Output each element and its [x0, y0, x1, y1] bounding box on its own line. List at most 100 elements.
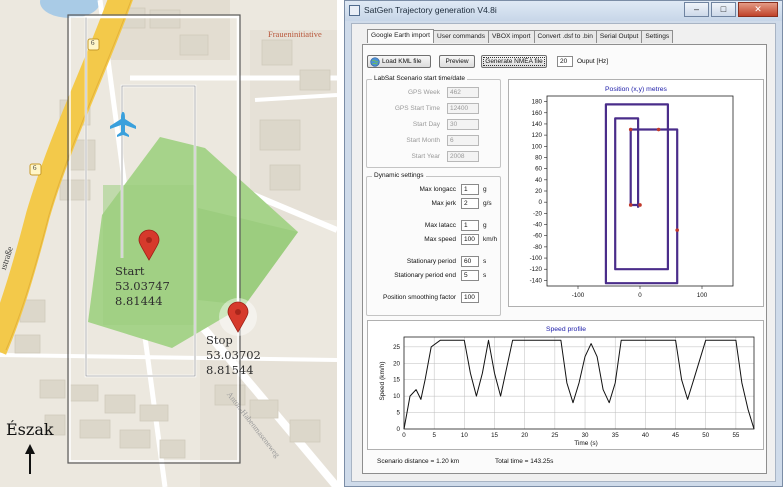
max-jerk-field[interactable]: 2 [461, 198, 479, 209]
dynamic-group: Dynamic settings Max longacc 1 g Max jer… [366, 172, 501, 316]
max-latacc-label: Max latacc [424, 222, 456, 229]
start-month-label: Start Month [406, 137, 440, 144]
title-bar[interactable]: SatGen Trajectory generation V4.8i – □ ✕ [345, 1, 782, 21]
x-tick-label: 0 [638, 292, 642, 299]
max-longacc-label: Max longacc [419, 186, 457, 193]
trajectory-series-line [604, 103, 679, 285]
y-tick-label: -100 [530, 255, 543, 262]
window-title: SatGen Trajectory generation V4.8i [364, 5, 497, 15]
load-kml-button[interactable]: Load KML file [367, 55, 431, 68]
map-panel[interactable]: Fraueninitiative ıstraße Anton-Habenmase… [0, 0, 337, 487]
y-tick-label: -140 [530, 277, 543, 284]
stop-lat: 53.03702 [206, 348, 261, 362]
position-chart-title: Position (x,y) metres [605, 86, 668, 93]
start-day-field[interactable]: 30 [447, 119, 479, 130]
north-label: Észak [6, 420, 54, 439]
y-tick-label: 140 [532, 121, 543, 128]
trajectory-point [628, 127, 633, 132]
y-tick-label: 10 [393, 393, 400, 400]
x-tick-label: 40 [642, 432, 649, 439]
road-shield-label: 6 [91, 39, 95, 47]
y-tick-label: 120 [532, 132, 543, 139]
tab-page-google-earth: Load KML file Preview Generate NMEA file… [362, 44, 767, 474]
close-button[interactable]: ✕ [738, 2, 778, 17]
client-area: Google Earth import User commands VBOX i… [351, 23, 776, 482]
output-hz-field[interactable]: 20 [557, 56, 573, 67]
minimize-button[interactable]: – [684, 2, 709, 17]
y-tick-label: 60 [535, 166, 542, 173]
y-tick-label: 40 [535, 177, 542, 184]
app-icon [349, 5, 360, 16]
max-jerk-label: Max jerk [431, 200, 456, 207]
speed-chart-xlabel: Time (s) [574, 440, 598, 447]
speed-chart-title: Speed profile [546, 326, 586, 333]
stationary-period-unit: s [483, 258, 487, 265]
speed-series-line [403, 339, 755, 430]
y-tick-label: 80 [535, 154, 542, 161]
start-day-label: Start Day [412, 121, 440, 128]
start-label: Start [115, 264, 145, 278]
x-tick-label: 100 [697, 292, 708, 299]
start-coordinates: Start 53.03747 8.81444 [115, 264, 170, 309]
smoothing-factor-label: Position smoothing factor [383, 294, 456, 301]
start-lon: 8.81444 [115, 294, 163, 308]
tab-serial-output[interactable]: Serial Output [595, 30, 643, 43]
maximize-button[interactable]: □ [711, 2, 736, 17]
stop-coordinates: Stop 53.03702 8.81544 [206, 333, 261, 378]
y-tick-label: 20 [535, 188, 542, 195]
gps-week-field[interactable]: 462 [447, 87, 479, 98]
stationary-period-field[interactable]: 60 [461, 256, 479, 267]
stationary-period-end-field[interactable]: 5 [461, 270, 479, 281]
gps-week-label: GPS Week [407, 89, 440, 96]
generate-nmea-button[interactable]: Generate NMEA file [481, 55, 547, 68]
x-tick-label: 55 [732, 432, 739, 439]
start-year-label: Start Year [411, 153, 440, 160]
tab-strip: Google Earth import User commands VBOX i… [367, 29, 674, 43]
max-speed-label: Max speed [424, 236, 456, 243]
scenario-group: LabSat Scenario start time/date GPS Week… [366, 75, 501, 168]
stationary-period-label: Stationary period [406, 258, 456, 265]
y-tick-label: 20 [393, 360, 400, 367]
max-longacc-field[interactable]: 1 [461, 184, 479, 195]
start-lat: 53.03747 [115, 279, 170, 293]
y-tick-label: 15 [393, 377, 400, 384]
x-tick-label: 10 [461, 432, 468, 439]
y-tick-label: -80 [533, 244, 543, 251]
x-tick-label: 20 [521, 432, 528, 439]
tab-convert-dsf[interactable]: Convert .dsf to .bin [533, 30, 597, 43]
y-tick-label: 180 [532, 99, 543, 106]
output-hz-label: Ouput [Hz] [577, 58, 609, 65]
start-month-field[interactable]: 6 [447, 135, 479, 146]
globe-icon [370, 57, 380, 67]
speed-chart: Speed profile Speed (km/h) Time (s) 0 5 10… [367, 320, 764, 450]
tab-vbox-import[interactable]: VBOX import [488, 30, 535, 43]
max-speed-unit: km/h [483, 236, 498, 243]
dynamic-group-title: Dynamic settings [372, 172, 426, 179]
position-chart-canvas: Position (x,y) metres -140 -120 -100 -80 -60… [530, 86, 734, 299]
total-time-label: Total time = 143.25s [495, 458, 554, 465]
poi-label: Fraueninitiative [268, 29, 322, 39]
gps-start-time-field[interactable]: 12400 [447, 103, 479, 114]
stationary-period-end-label: Stationary period end [394, 272, 456, 279]
max-speed-field[interactable]: 100 [461, 234, 479, 245]
tab-user-commands[interactable]: User commands [433, 30, 490, 43]
y-tick-label: 100 [532, 143, 543, 150]
max-latacc-field[interactable]: 1 [461, 220, 479, 231]
window-controls: – □ ✕ [684, 2, 778, 17]
tab-settings[interactable]: Settings [641, 30, 674, 43]
trajectory-point [638, 203, 642, 207]
smoothing-factor-field[interactable]: 100 [461, 292, 479, 303]
max-jerk-unit: g/s [483, 200, 492, 207]
max-longacc-unit: g [483, 186, 487, 193]
preview-button[interactable]: Preview [439, 55, 475, 68]
y-tick-label: -120 [530, 266, 543, 273]
start-year-field[interactable]: 2008 [447, 151, 479, 162]
load-kml-label: Load KML file [382, 58, 422, 65]
x-tick-label: 15 [491, 432, 498, 439]
y-tick-label: -60 [533, 233, 543, 240]
tab-google-earth-import[interactable]: Google Earth import [367, 29, 435, 43]
scenario-group-title: LabSat Scenario start time/date [372, 75, 468, 82]
plot-area [546, 95, 734, 287]
trajectory-point [675, 228, 679, 232]
y-tick-label: 25 [393, 344, 400, 351]
